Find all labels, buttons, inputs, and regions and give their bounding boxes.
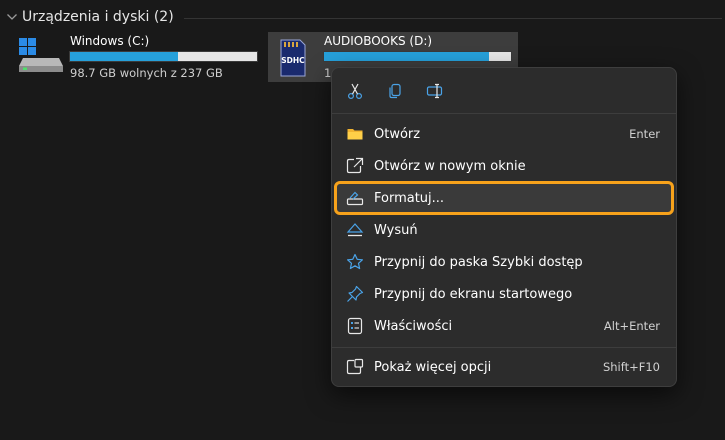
menu-item-open[interactable]: Otwórz Enter — [336, 119, 672, 149]
drive-d-name: AUDIOBOOKS (D:) — [324, 34, 433, 48]
open-new-window-icon — [345, 156, 365, 176]
format-drive-icon — [345, 188, 365, 208]
menu-item-properties[interactable]: Właściwości Alt+Enter — [336, 311, 672, 341]
copy-icon — [389, 83, 401, 99]
drive-d-usage-bar — [323, 51, 512, 62]
menu-item-pin-quick-access[interactable]: Przypnij do paska Szybki dostęp — [336, 247, 672, 277]
quick-actions-bar — [332, 76, 676, 106]
cut-button[interactable] — [342, 78, 368, 104]
drive-d-usage-fill — [324, 52, 489, 61]
rename-button[interactable] — [422, 78, 448, 104]
folder-icon — [345, 124, 365, 144]
star-icon — [345, 252, 365, 272]
menu-item-pin-start[interactable]: Przypnij do ekranu startowego — [336, 279, 672, 309]
rename-icon — [426, 83, 443, 99]
menu-item-label: Wysuń — [374, 222, 418, 238]
sd-card-icon: SDHC — [280, 39, 306, 77]
menu-item-show-more-options[interactable]: Pokaż więcej opcji Shift+F10 — [336, 352, 672, 382]
sd-card-text: SDHC — [281, 56, 305, 65]
drive-c-free-space: 98.7 GB wolnych z 237 GB — [70, 66, 223, 80]
menu-item-eject[interactable]: Wysuń — [336, 215, 672, 245]
eject-icon — [345, 220, 365, 240]
menu-item-label: Formatuj... — [374, 190, 445, 206]
pin-icon — [345, 284, 365, 304]
menu-separator — [332, 113, 676, 114]
more-options-icon — [345, 357, 365, 377]
menu-item-label: Właściwości — [374, 318, 453, 334]
scissors-icon — [347, 83, 363, 100]
devices-group-header[interactable]: Urządzenia i dyski (2) — [4, 6, 722, 28]
windows-drive-icon — [19, 38, 63, 72]
drive-c-name: Windows (C:) — [70, 34, 150, 48]
drive-c-usage-bar — [69, 51, 258, 62]
menu-item-open-new-window[interactable]: Otwórz w nowym oknie — [336, 151, 672, 181]
properties-icon — [345, 316, 365, 336]
group-divider — [183, 17, 722, 19]
menu-item-label: Otwórz — [374, 126, 421, 142]
menu-item-label: Przypnij do paska Szybki dostęp — [374, 254, 583, 270]
menu-separator — [332, 347, 676, 348]
group-title: Urządzenia i dyski (2) — [22, 9, 174, 25]
menu-item-shortcut: Shift+F10 — [602, 360, 660, 374]
context-menu: Otwórz Enter Otwórz w nowym oknie Format… — [331, 67, 677, 387]
menu-item-label: Pokaż więcej opcji — [374, 359, 492, 375]
drive-c-tile[interactable]: Windows (C:) 98.7 GB wolnych z 237 GB — [14, 32, 264, 82]
menu-item-shortcut: Alt+Enter — [603, 319, 660, 333]
menu-item-label: Przypnij do ekranu startowego — [374, 286, 573, 302]
chevron-down-icon[interactable] — [4, 9, 20, 25]
copy-button[interactable] — [382, 78, 408, 104]
drive-c-usage-fill — [70, 52, 179, 61]
menu-item-shortcut: Enter — [629, 127, 660, 141]
menu-item-format[interactable]: Formatuj... — [334, 181, 674, 215]
menu-item-label: Otwórz w nowym oknie — [374, 158, 526, 174]
